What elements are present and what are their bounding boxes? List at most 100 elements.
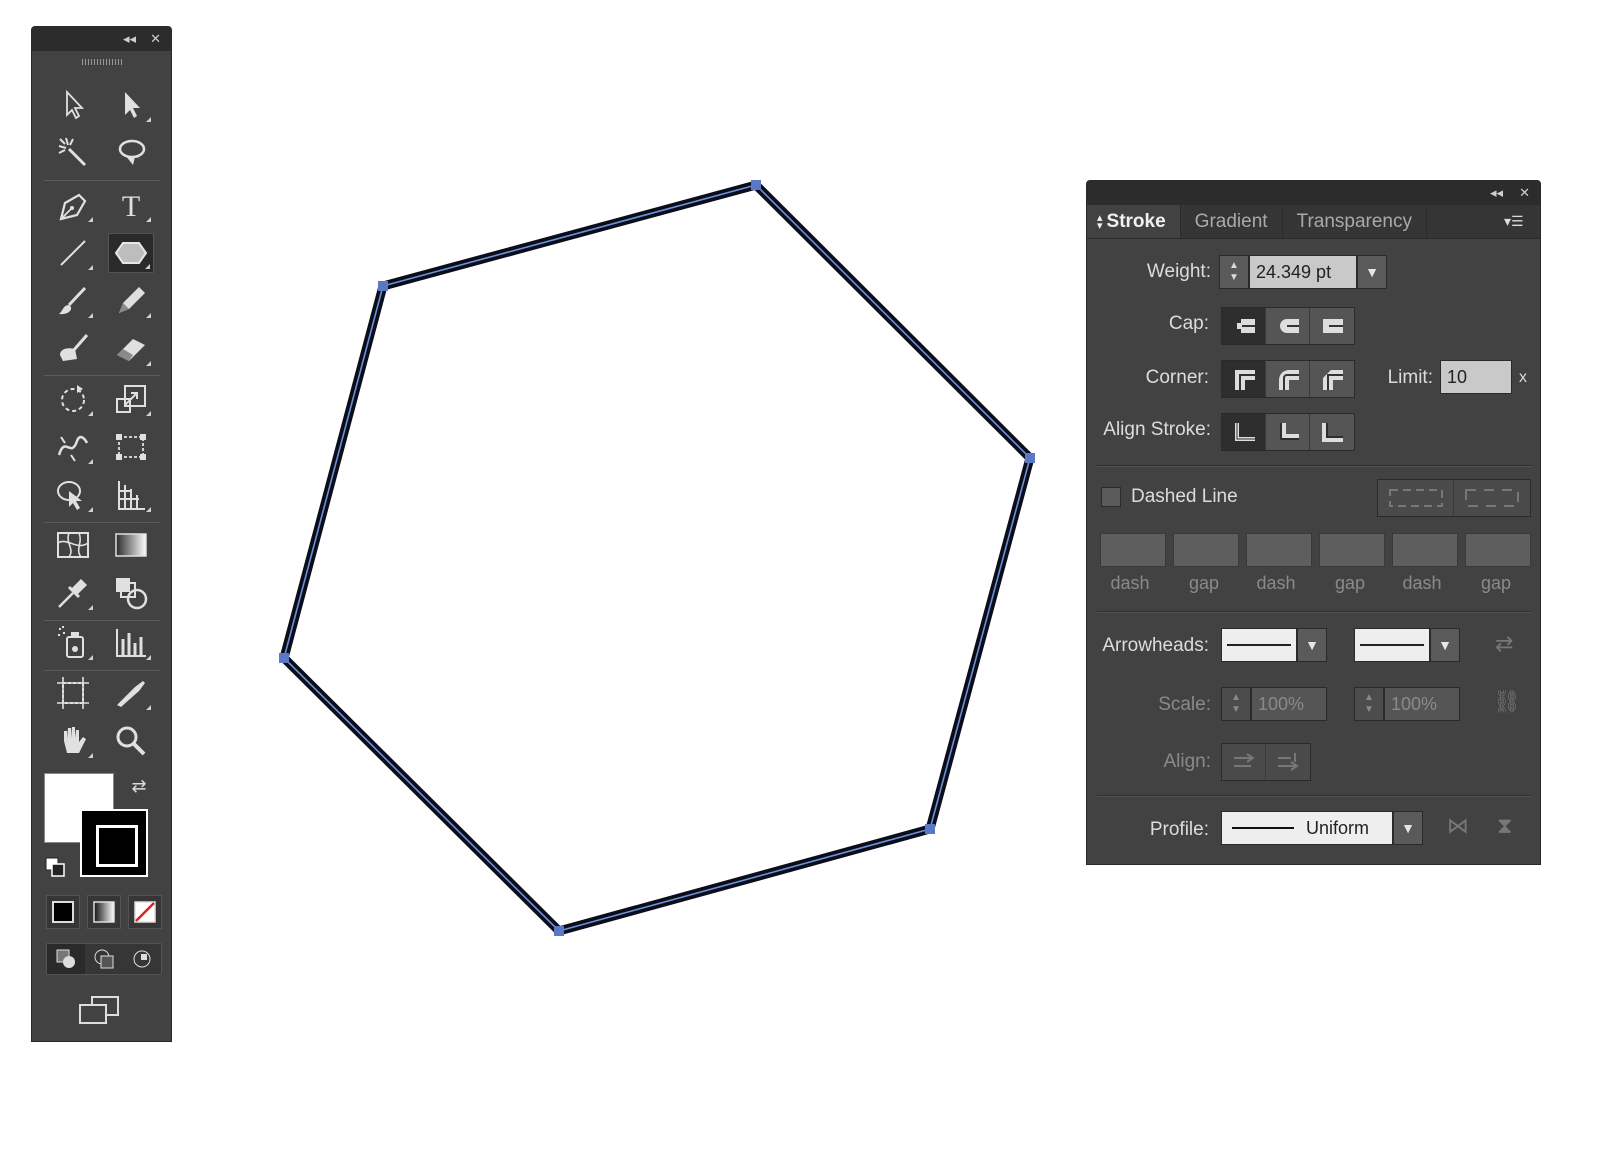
eraser-tool[interactable] (108, 329, 154, 369)
free-transform-tool[interactable] (108, 427, 154, 467)
anchor-point[interactable] (751, 180, 761, 190)
hand-tool[interactable] (50, 721, 96, 761)
blend-tool[interactable] (108, 573, 154, 613)
bevel-join-icon[interactable] (1310, 361, 1354, 397)
end-arrowhead-select[interactable] (1354, 628, 1430, 662)
paintbrush-tool[interactable] (50, 281, 96, 321)
stroke-swatch[interactable] (80, 809, 148, 877)
panel-menu-icon[interactable]: ▾☰ (1504, 213, 1532, 231)
tab-gradient[interactable]: Gradient (1181, 205, 1283, 238)
line-segment-tool[interactable] (50, 233, 96, 273)
miter-join-icon[interactable] (1222, 361, 1266, 397)
anchor-point[interactable] (925, 824, 935, 834)
draw-behind-icon[interactable] (85, 944, 123, 974)
align-dash-corners-icon[interactable] (1454, 480, 1530, 516)
collapse-icon[interactable]: ◂◂ (123, 31, 136, 47)
shape-builder-tool[interactable] (50, 475, 96, 515)
eyedropper-tool[interactable] (50, 573, 96, 613)
mesh-tool[interactable] (50, 525, 96, 565)
expand-options-icon[interactable]: ▴ ▾ (1097, 212, 1103, 231)
close-icon[interactable]: ✕ (1519, 185, 1530, 201)
anchor-point[interactable] (279, 653, 289, 663)
round-join-icon[interactable] (1266, 361, 1310, 397)
end-arrowhead-dropdown-icon[interactable]: ▼ (1430, 628, 1460, 662)
selection-tool[interactable] (50, 85, 96, 125)
scale-end-input[interactable]: 100% (1384, 687, 1460, 721)
flip-along-icon[interactable]: ⋈ (1447, 813, 1469, 839)
arrow-align-buttons (1221, 743, 1311, 781)
column-graph-tool[interactable] (108, 623, 154, 663)
start-arrowhead-select[interactable] (1221, 628, 1297, 662)
projecting-cap-icon[interactable] (1310, 308, 1354, 344)
pen-tool[interactable] (50, 185, 96, 225)
round-cap-icon[interactable] (1266, 308, 1310, 344)
swap-fill-stroke-icon[interactable]: ⇄ (128, 775, 150, 797)
slice-tool[interactable] (108, 673, 154, 713)
magic-wand-tool[interactable] (50, 133, 96, 173)
align-center-icon[interactable] (1222, 414, 1266, 450)
polygon-tool[interactable] (108, 233, 154, 273)
scale-tool[interactable] (108, 379, 154, 419)
profile-label: Profile: (1149, 819, 1209, 840)
scale-start-stepper[interactable]: ▲ ▼ (1221, 687, 1251, 721)
divider (1097, 611, 1532, 612)
butt-cap-icon[interactable] (1222, 308, 1266, 344)
tab-transparency[interactable]: Transparency (1283, 205, 1428, 238)
type-tool[interactable]: T (108, 185, 154, 225)
gradient-tool[interactable] (108, 525, 154, 565)
limit-input[interactable]: 10 (1440, 360, 1512, 394)
align-stroke-buttons (1221, 413, 1355, 451)
default-fill-stroke-icon[interactable] (44, 856, 66, 878)
screen-mode-icon[interactable] (76, 991, 122, 1031)
gradient-mode-button[interactable] (87, 895, 121, 929)
symbol-sprayer-tool[interactable] (50, 623, 96, 663)
scale-end-stepper[interactable]: ▲ ▼ (1354, 687, 1384, 721)
weight-stepper[interactable]: ▲ ▼ (1219, 255, 1249, 289)
artboard-tool[interactable] (50, 673, 96, 713)
collapse-icon[interactable]: ◂◂ (1490, 185, 1503, 201)
anchor-point[interactable] (554, 926, 564, 936)
gap-input-1[interactable] (1173, 533, 1239, 567)
color-mode-button[interactable] (46, 895, 80, 929)
width-tool[interactable] (50, 427, 96, 467)
pencil-tool[interactable] (108, 281, 154, 321)
gap-input-2[interactable] (1319, 533, 1385, 567)
start-arrowhead-dropdown-icon[interactable]: ▼ (1297, 628, 1327, 662)
none-mode-button[interactable] (128, 895, 162, 929)
tab-stroke[interactable]: ▴ ▾ Stroke (1087, 205, 1181, 238)
place-arrow-icon[interactable] (1266, 744, 1310, 780)
weight-dropdown-icon[interactable]: ▼ (1357, 255, 1387, 289)
anchor-point[interactable] (378, 281, 388, 291)
extend-arrow-icon[interactable] (1222, 744, 1266, 780)
weight-input[interactable]: 24.349 pt (1249, 255, 1357, 289)
close-icon[interactable]: ✕ (150, 31, 161, 47)
blob-brush-tool[interactable] (50, 329, 96, 369)
preserve-dash-icon[interactable] (1378, 480, 1454, 516)
zoom-tool[interactable] (108, 721, 154, 761)
align-inside-icon[interactable] (1266, 414, 1310, 450)
lasso-tool[interactable] (108, 133, 154, 173)
profile-select[interactable]: Uniform (1221, 811, 1393, 845)
hexagon-shape[interactable] (278, 179, 1036, 937)
grip-icon[interactable] (82, 59, 122, 65)
flip-across-icon[interactable]: ⧗ (1497, 813, 1512, 839)
draw-normal-icon[interactable] (47, 944, 85, 974)
dash-input-1[interactable] (1100, 533, 1166, 567)
gap-label: gap (1480, 573, 1512, 593)
link-scale-icon[interactable]: ⛓ (1493, 689, 1521, 715)
profile-dropdown-icon[interactable]: ▼ (1393, 811, 1423, 845)
rotate-tool[interactable] (50, 379, 96, 419)
dash-input-3[interactable] (1392, 533, 1458, 567)
gap-input-3[interactable] (1465, 533, 1531, 567)
tools-panel: ◂◂ ✕ T ⇄ (31, 26, 172, 1042)
dashed-line-label: Dashed Line (1131, 486, 1238, 507)
dashed-line-checkbox[interactable] (1101, 487, 1121, 507)
scale-start-input[interactable]: 100% (1251, 687, 1327, 721)
direct-selection-tool[interactable] (108, 85, 154, 125)
anchor-point[interactable] (1025, 453, 1035, 463)
align-outside-icon[interactable] (1310, 414, 1354, 450)
dash-input-2[interactable] (1246, 533, 1312, 567)
draw-inside-icon[interactable] (123, 944, 161, 974)
perspective-grid-tool[interactable] (108, 475, 154, 515)
swap-arrowheads-icon[interactable]: ⇄ (1495, 631, 1513, 657)
